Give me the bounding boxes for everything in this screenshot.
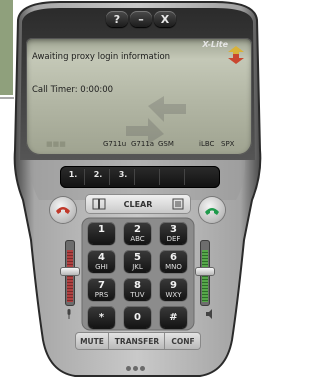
key-2[interactable]: 2 ABC (124, 222, 151, 244)
key-letters: PRS (94, 291, 109, 299)
key-6[interactable]: 6 MNO (160, 250, 187, 272)
key-digit: 5 (134, 252, 141, 263)
lcd-display: X-Lite Awaiting proxy login information … (26, 38, 252, 155)
status-text: Awaiting proxy login information (32, 52, 171, 62)
key-letters: MNO (165, 263, 182, 271)
mic-volume-slider[interactable] (61, 240, 79, 306)
key-1[interactable]: 1 (88, 222, 115, 244)
transfer-button[interactable]: TRANSFER (108, 333, 165, 349)
line-1-button[interactable]: 1. (62, 169, 85, 185)
line-4-button[interactable] (137, 169, 160, 185)
codec-label: G711a (131, 140, 155, 148)
speaker-icon (206, 309, 212, 319)
network-status-icon (228, 46, 244, 64)
minimize-button[interactable]: – (130, 11, 152, 27)
brand-label: X-Lite (202, 40, 228, 49)
line-5-button[interactable] (162, 169, 185, 185)
key-0[interactable]: 0 (124, 306, 151, 328)
key-letters: TUV (130, 291, 145, 299)
line-selector: 1. 2. 3. (60, 166, 220, 188)
call-history-icon[interactable] (172, 198, 184, 210)
key-letters: ABC (130, 235, 145, 243)
key-letters: DEF (166, 235, 181, 243)
clear-bar: CLEAR (86, 195, 190, 213)
key-digit: 3 (170, 224, 177, 235)
call-timer: Call Timer: 0:00:00 (32, 85, 114, 95)
codec-label: G711u (103, 140, 127, 148)
key-8[interactable]: 8 TUV (124, 278, 151, 300)
call-phone-icon (205, 208, 219, 215)
line-3-button[interactable]: 3. (112, 169, 135, 185)
key-digit: # (169, 312, 178, 323)
key-7[interactable]: 7 PRS (88, 278, 115, 300)
key-letters: WXY (165, 291, 182, 299)
mute-button[interactable]: MUTE (76, 333, 108, 349)
line-2-button[interactable]: 2. (87, 169, 110, 185)
conference-button[interactable]: CONF (164, 333, 201, 349)
codec-list: ■■■ G711u G711a GSM iLBC SPX (26, 140, 252, 152)
key-5[interactable]: 5 JKL (124, 250, 151, 272)
hangup-phone-icon (56, 207, 70, 214)
transfer-arrows-icon (126, 96, 186, 144)
key-4[interactable]: 4 GHI (88, 250, 115, 272)
key-digit: 7 (98, 280, 105, 291)
dial-pad: 1 2 ABC 3 DEF 4 GHI 5 JKL 6 MNO 7 PRS 8 TUV 9 WX… (88, 222, 192, 329)
key-digit: 6 (170, 252, 177, 263)
help-button[interactable]: ? (106, 11, 128, 27)
codec-label: iLBC (199, 140, 215, 148)
bottom-controls: MUTE TRANSFER CONF (76, 333, 200, 349)
speaker-level-meter (202, 250, 208, 302)
line-6-button[interactable] (187, 169, 210, 185)
mic-level-meter (67, 250, 73, 302)
close-button[interactable]: X (154, 11, 176, 27)
hangup-button[interactable] (50, 197, 76, 223)
key-digit: 2 (134, 224, 141, 235)
key-digit: * (98, 312, 105, 323)
key-digit: 8 (134, 280, 141, 291)
clear-button[interactable]: CLEAR (112, 195, 164, 213)
key-star[interactable]: * (88, 306, 115, 328)
speaker-grille (126, 356, 147, 375)
codec-label: GSM (158, 140, 174, 148)
key-9[interactable]: 9 WXY (160, 278, 187, 300)
key-hash[interactable]: # (160, 306, 187, 328)
key-digit: 9 (170, 280, 177, 291)
key-letters: JKL (132, 263, 143, 271)
microphone-icon (67, 309, 71, 319)
xlite-softphone: ? – X X-Lite Awaiting proxy login inform… (0, 0, 275, 379)
codec-label: SPX (221, 140, 235, 148)
codec-placeholder: ■■■ (46, 140, 66, 148)
call-button[interactable] (199, 197, 225, 223)
contacts-book-icon[interactable] (92, 198, 106, 210)
key-digit: 4 (98, 252, 105, 263)
mic-volume-knob[interactable] (61, 268, 79, 275)
key-letters: GHI (95, 263, 108, 271)
key-3[interactable]: 3 DEF (160, 222, 187, 244)
speaker-volume-slider[interactable] (196, 240, 214, 306)
key-digit: 0 (134, 312, 141, 323)
key-digit: 1 (98, 224, 105, 235)
speaker-volume-knob[interactable] (196, 268, 214, 275)
